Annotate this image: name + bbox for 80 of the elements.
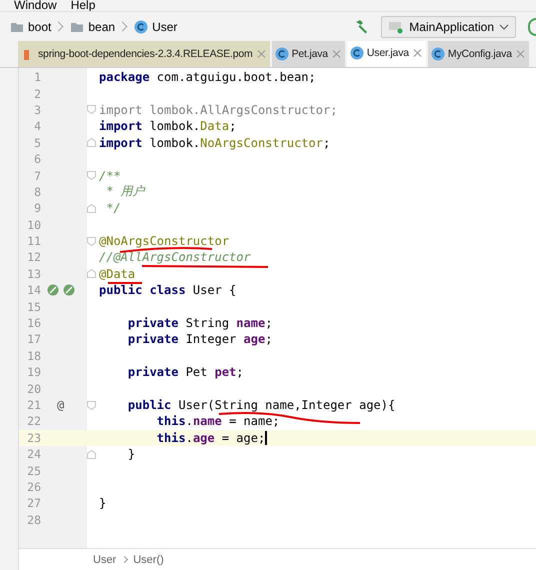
line-number: 14	[26, 283, 41, 298]
code-line: this.name = name;	[156, 414, 280, 428]
fold-marker-icon[interactable]	[87, 204, 96, 213]
code-line: private Integer age;	[126, 332, 272, 346]
application-icon	[388, 20, 404, 34]
line-number: 25	[26, 464, 41, 478]
editor-tab[interactable]: Pet.java	[272, 41, 345, 67]
code-line: public User(String name,Integer age){	[126, 398, 396, 412]
line-number: 26	[26, 480, 41, 494]
class-icon	[430, 47, 445, 61]
line-number: 12	[26, 250, 41, 264]
code-line: * 用户	[105, 183, 145, 200]
bean-icon[interactable]	[47, 284, 59, 296]
line-number: 22	[26, 414, 41, 428]
fold-marker-icon[interactable]	[87, 138, 96, 148]
close-icon[interactable]	[258, 50, 266, 58]
code-line: private Pet pet;	[126, 365, 244, 380]
gutter-marker[interactable]: @	[57, 398, 64, 412]
editor-tab[interactable]: spring-boot-dependencies-2.3.4.RELEASE.pom	[18, 41, 270, 67]
fold-marker-icon[interactable]	[87, 105, 96, 114]
line-number: 10	[26, 218, 41, 232]
code-line: import lombok.NoArgsConstructor;	[99, 136, 330, 150]
close-icon[interactable]	[516, 50, 525, 58]
editor-tab[interactable]: User.java	[346, 41, 426, 67]
code-line: this.age = age;	[156, 430, 268, 445]
line-number: 19	[26, 365, 41, 380]
class-icon	[134, 20, 148, 34]
line-number: 27	[26, 496, 41, 510]
line-number: 4	[33, 119, 41, 134]
breadcrumb-item[interactable]: User	[152, 20, 178, 34]
line-number: 2	[33, 86, 41, 101]
menu-item[interactable]: Window	[14, 0, 57, 11]
line-number: 21	[26, 398, 41, 412]
close-icon[interactable]	[414, 49, 422, 57]
class-icon	[274, 47, 289, 61]
code-line: /**	[99, 168, 121, 183]
code-line: import lombok.AllArgsConstructor;	[99, 102, 338, 117]
line-number: 3	[33, 102, 41, 117]
breadcrumb-item[interactable]: User	[93, 554, 116, 566]
code-line: import lombok.Data;	[99, 119, 236, 134]
code-line: }	[99, 496, 106, 510]
line-number: 7	[33, 168, 41, 183]
line-number: 9	[33, 201, 41, 216]
underline-mark	[108, 282, 142, 284]
line-number: 20	[26, 382, 41, 396]
code-line: //@AllArgsConstructor	[99, 250, 251, 264]
code-line: public class User {	[99, 283, 236, 298]
bean-icon[interactable]	[63, 284, 75, 296]
line-number: 23	[26, 430, 41, 445]
code-line: @NoArgsConstructor	[99, 234, 230, 248]
line-number: 17	[26, 332, 41, 346]
fold-marker-icon[interactable]	[87, 400, 96, 410]
line-number: 28	[26, 512, 41, 527]
line-number: 13	[26, 266, 41, 281]
fold-marker-icon[interactable]	[87, 171, 96, 180]
line-number: 6	[33, 152, 41, 166]
code-line: }	[126, 447, 136, 462]
run-configuration-dropdown[interactable]: MainApplication	[381, 16, 516, 38]
breadcrumb-item[interactable]: User()	[133, 554, 164, 566]
line-number: 16	[26, 316, 41, 330]
breadcrumb-item[interactable]: boot	[28, 20, 52, 34]
line-number: 18	[26, 348, 41, 363]
line-number: 1	[33, 70, 41, 84]
class-icon	[350, 46, 364, 60]
fold-marker-icon[interactable]	[87, 236, 96, 246]
line-number: 24	[26, 447, 41, 462]
line-number: 8	[33, 184, 41, 199]
editor-tab[interactable]: MyConfig.java	[428, 41, 529, 67]
code-line: package com.atguigu.boot.bean;	[99, 70, 316, 84]
breadcrumb-item[interactable]: bean	[88, 20, 116, 34]
code-line: private String name;	[126, 316, 272, 330]
line-number: 5	[33, 136, 41, 150]
line-number: 15	[26, 300, 41, 314]
code-line: */	[105, 201, 121, 216]
line-number: 11	[26, 234, 41, 248]
caret-icon	[499, 22, 509, 30]
close-icon[interactable]	[332, 50, 341, 58]
fold-marker-icon[interactable]	[87, 269, 96, 278]
code-line: @Data	[99, 266, 136, 281]
fold-marker-icon[interactable]	[87, 450, 96, 459]
